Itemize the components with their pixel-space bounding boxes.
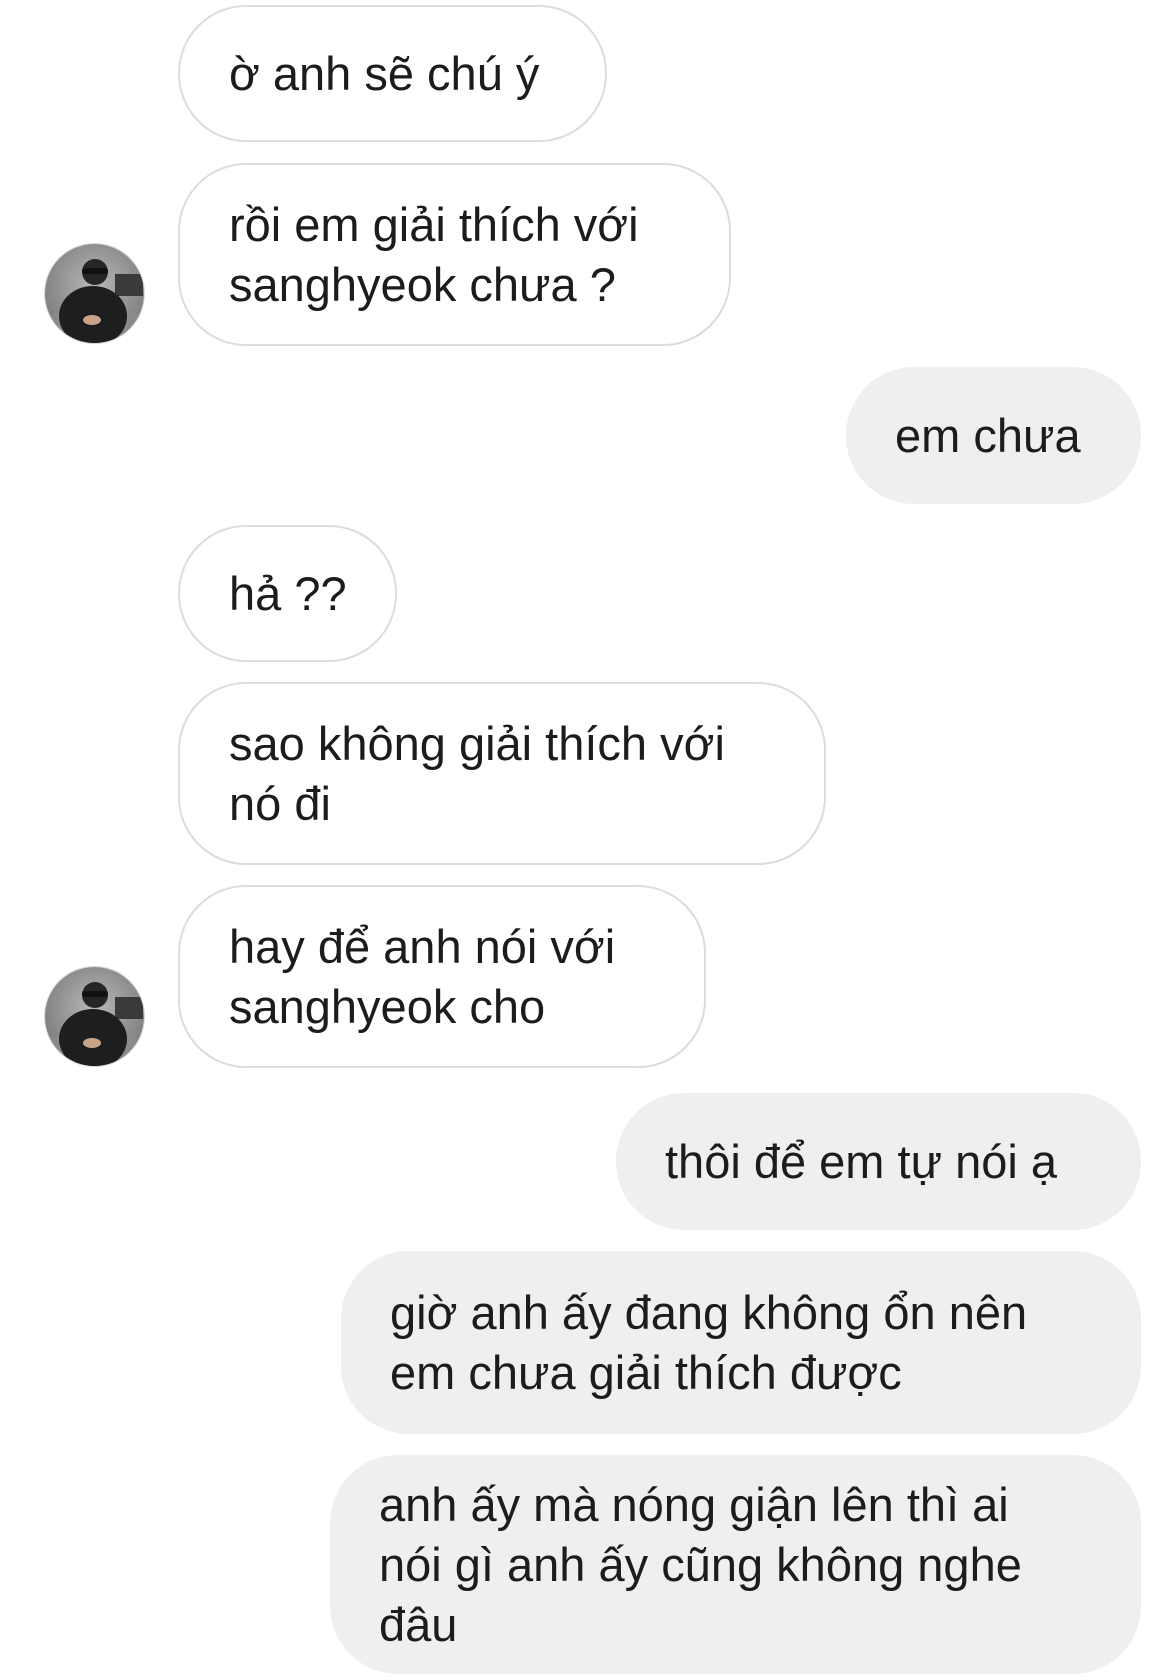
sent-message[interactable]: thôi để em tự nói ạ [616, 1093, 1141, 1230]
sent-message[interactable]: anh ấy mà nóng giận lên thì ai nói gì an… [330, 1455, 1141, 1674]
avatar[interactable] [44, 243, 145, 344]
avatar-photo-icon [45, 244, 144, 343]
message-thread: ờ anh sẽ chú ý rồi em giải thích với san… [0, 0, 1170, 1680]
avatar[interactable] [44, 966, 145, 1067]
received-message[interactable]: hả ?? [178, 525, 397, 662]
sent-message[interactable]: giờ anh ấy đang không ổn nên em chưa giả… [341, 1251, 1141, 1434]
received-message[interactable]: sao không giải thích với nó đi [178, 682, 826, 865]
received-message[interactable]: ờ anh sẽ chú ý [178, 5, 607, 142]
received-message[interactable]: hay để anh nói với sanghyeok cho [178, 885, 706, 1068]
sent-message[interactable]: em chưa [846, 367, 1141, 504]
received-message[interactable]: rồi em giải thích với sanghyeok chưa ? [178, 163, 731, 346]
avatar-photo-icon [45, 967, 144, 1066]
